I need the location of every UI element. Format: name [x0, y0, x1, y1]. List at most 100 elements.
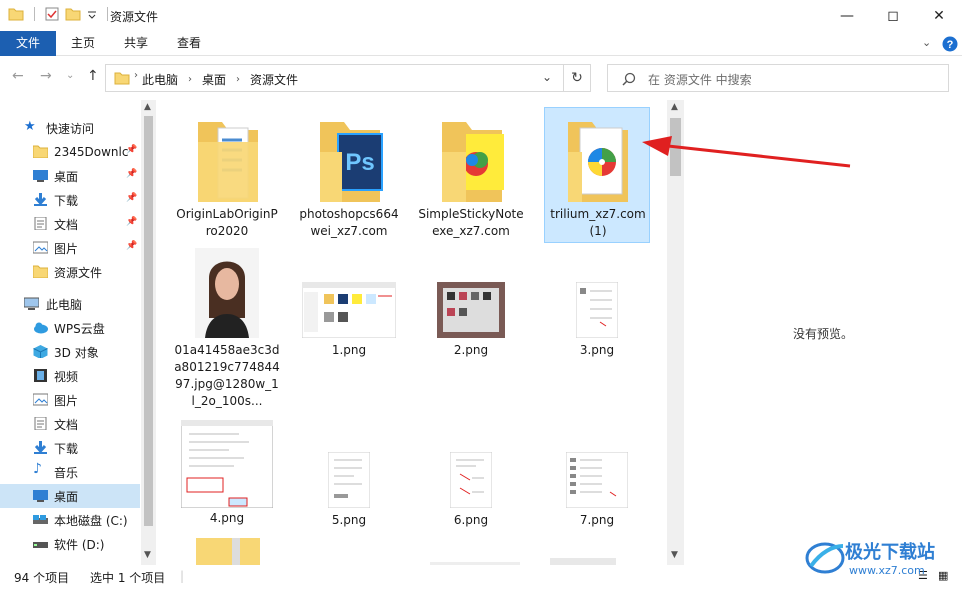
file-item[interactable]: 4.png	[174, 418, 280, 528]
help-icon[interactable]: ?	[942, 36, 958, 52]
music-icon: ♪	[33, 461, 42, 477]
video-icon	[34, 369, 47, 382]
chevron-down-icon[interactable]: ⌄	[542, 70, 552, 84]
nav-item-pictures-pc[interactable]: 图片	[0, 388, 140, 412]
file-item[interactable]: 5.png	[296, 450, 402, 530]
close-button[interactable]: ✕	[916, 0, 962, 31]
nav-scrollbar[interactable]: ▲ ▼	[141, 100, 156, 565]
file-item[interactable]: 01a41458ae3c3da801219c77484497.jpg@1280w…	[174, 246, 280, 414]
file-item[interactable]: Ps photoshopcs664wei_xz7.com	[296, 108, 402, 240]
nav-label: 音乐	[54, 465, 79, 480]
scroll-up-icon[interactable]: ▲	[144, 102, 151, 112]
nav-label: 桌面	[54, 489, 79, 504]
file-item-selected[interactable]: trilium_xz7.com (1)	[544, 107, 650, 243]
forward-icon[interactable]: →	[40, 68, 52, 84]
nav-item-resource-files[interactable]: 资源文件	[0, 260, 140, 284]
file-item[interactable]: OriginLabOriginPro2020	[174, 108, 280, 240]
file-item[interactable]: 1.png	[296, 280, 402, 360]
chevron-right-icon: ›	[134, 70, 138, 81]
content-scrollbar[interactable]: ▲ ▼	[667, 100, 684, 565]
recent-locations-icon[interactable]: ⌄	[66, 70, 74, 81]
file-name: OriginLabOriginPro2020	[176, 207, 278, 238]
pin-icon: 📌	[126, 169, 138, 179]
file-item[interactable]: 7.png	[544, 450, 650, 530]
nav-item-drive-d[interactable]: 软件 (D:)	[0, 532, 140, 556]
file-name: 7.png	[579, 513, 615, 527]
nav-item-pictures[interactable]: 图片 📌	[0, 236, 140, 260]
file-item[interactable]: 2.png	[418, 280, 524, 360]
search-placeholder: 在 资源文件 中搜索	[648, 73, 752, 87]
file-name: photoshopcs664wei_xz7.com	[299, 207, 399, 238]
pictures-icon	[33, 393, 48, 406]
nav-label: 桌面	[54, 169, 79, 184]
folder-icon	[114, 72, 130, 85]
download-icon	[34, 193, 47, 206]
file-name: 1.png	[331, 343, 367, 357]
computer-icon	[24, 297, 39, 310]
nav-item-desktop[interactable]: 桌面 📌	[0, 164, 140, 188]
watermark-logo: 极光下载站 www.xz7.com	[805, 536, 955, 582]
refresh-button[interactable]: ↻	[563, 64, 591, 92]
screenshot-thumbnail[interactable]	[550, 558, 616, 565]
item-count: 94 个项目	[14, 571, 70, 585]
tab-share[interactable]: 共享	[113, 31, 159, 56]
file-item[interactable]: SimpleStickyNoteexe_xz7.com	[418, 108, 524, 240]
expand-ribbon-icon[interactable]: ⌄	[922, 36, 931, 49]
minimize-button[interactable]: —	[824, 0, 870, 31]
chevron-right-icon: ›	[188, 74, 193, 85]
new-folder-icon[interactable]	[65, 7, 81, 21]
pin-icon: 📌	[126, 217, 138, 227]
scroll-up-icon[interactable]: ▲	[671, 102, 678, 112]
nav-item-wps-cloud[interactable]: WPS云盘	[0, 316, 140, 340]
back-icon[interactable]: ←	[12, 68, 24, 84]
screenshot-thumbnail	[437, 282, 505, 338]
file-name: 6.png	[453, 513, 489, 527]
photoshop-folder-icon: Ps	[320, 122, 383, 202]
chevron-right-icon: ›	[236, 74, 241, 85]
nav-item-documents[interactable]: 文档 📌	[0, 212, 140, 236]
nav-item-downloads-pc[interactable]: 下载	[0, 436, 140, 460]
tab-view[interactable]: 查看	[166, 31, 212, 56]
customize-toolbar-icon[interactable]	[87, 7, 97, 21]
nav-label: WPS云盘	[54, 321, 105, 336]
title-bar: 资源文件 — ◻ ✕	[0, 0, 962, 31]
pin-icon: 📌	[126, 145, 138, 155]
search-input[interactable]: 在 资源文件 中搜索	[607, 64, 949, 92]
scroll-down-icon[interactable]: ▼	[144, 550, 151, 560]
tab-file[interactable]: 文件	[0, 31, 56, 56]
nav-item-videos[interactable]: 视频	[0, 364, 140, 388]
pin-icon: 📌	[126, 241, 138, 251]
content-scroll-thumb[interactable]	[670, 118, 681, 176]
star-icon: ★	[24, 119, 36, 134]
nav-item-documents-pc[interactable]: 文档	[0, 412, 140, 436]
address-bar[interactable]: › 此电脑 › 桌面 › 资源文件 ⌄	[105, 64, 591, 92]
nav-item-music[interactable]: ♪ 音乐	[0, 460, 140, 484]
scroll-down-icon[interactable]: ▼	[671, 550, 678, 560]
crumb-resource-files[interactable]: 资源文件	[250, 71, 298, 88]
nav-quick-access[interactable]: ★ 快速访问	[0, 116, 140, 140]
nav-scroll-thumb[interactable]	[144, 116, 153, 526]
tab-home[interactable]: 主页	[60, 31, 106, 56]
nav-this-pc[interactable]: 此电脑	[0, 292, 140, 316]
window-title: 资源文件	[110, 10, 159, 24]
crumb-desktop[interactable]: 桌面	[202, 71, 226, 88]
nav-item-desktop-pc[interactable]: 桌面	[0, 484, 140, 508]
svg-text:?: ?	[947, 39, 954, 51]
portrait-image-thumbnail	[195, 248, 259, 338]
nav-item-drive-c[interactable]: 本地磁盘 (C:)	[0, 508, 140, 532]
up-icon[interactable]: ↑	[87, 68, 99, 84]
maximize-button[interactable]: ◻	[870, 0, 916, 31]
file-item[interactable]: 6.png	[418, 450, 524, 530]
nav-item-2345downloads[interactable]: 2345Downlc 📌	[0, 140, 140, 164]
nav-item-3d-objects[interactable]: 3D 对象	[0, 340, 140, 364]
nav-item-downloads[interactable]: 下载 📌	[0, 188, 140, 212]
svg-text:Ps: Ps	[345, 149, 374, 176]
file-name: trilium_xz7.com (1)	[550, 207, 646, 238]
screenshot-thumbnail	[328, 452, 370, 508]
file-item[interactable]: 3.png	[544, 280, 650, 360]
folder-icon[interactable]	[196, 538, 260, 565]
properties-icon[interactable]	[45, 7, 59, 21]
download-icon	[34, 441, 47, 454]
status-divider: |	[180, 569, 185, 583]
crumb-this-pc[interactable]: 此电脑	[142, 71, 178, 88]
